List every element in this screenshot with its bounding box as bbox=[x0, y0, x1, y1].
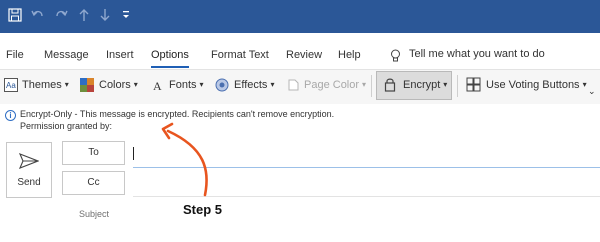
annotation-arrow bbox=[161, 122, 208, 197]
step-label: Step 5 bbox=[183, 202, 223, 217]
